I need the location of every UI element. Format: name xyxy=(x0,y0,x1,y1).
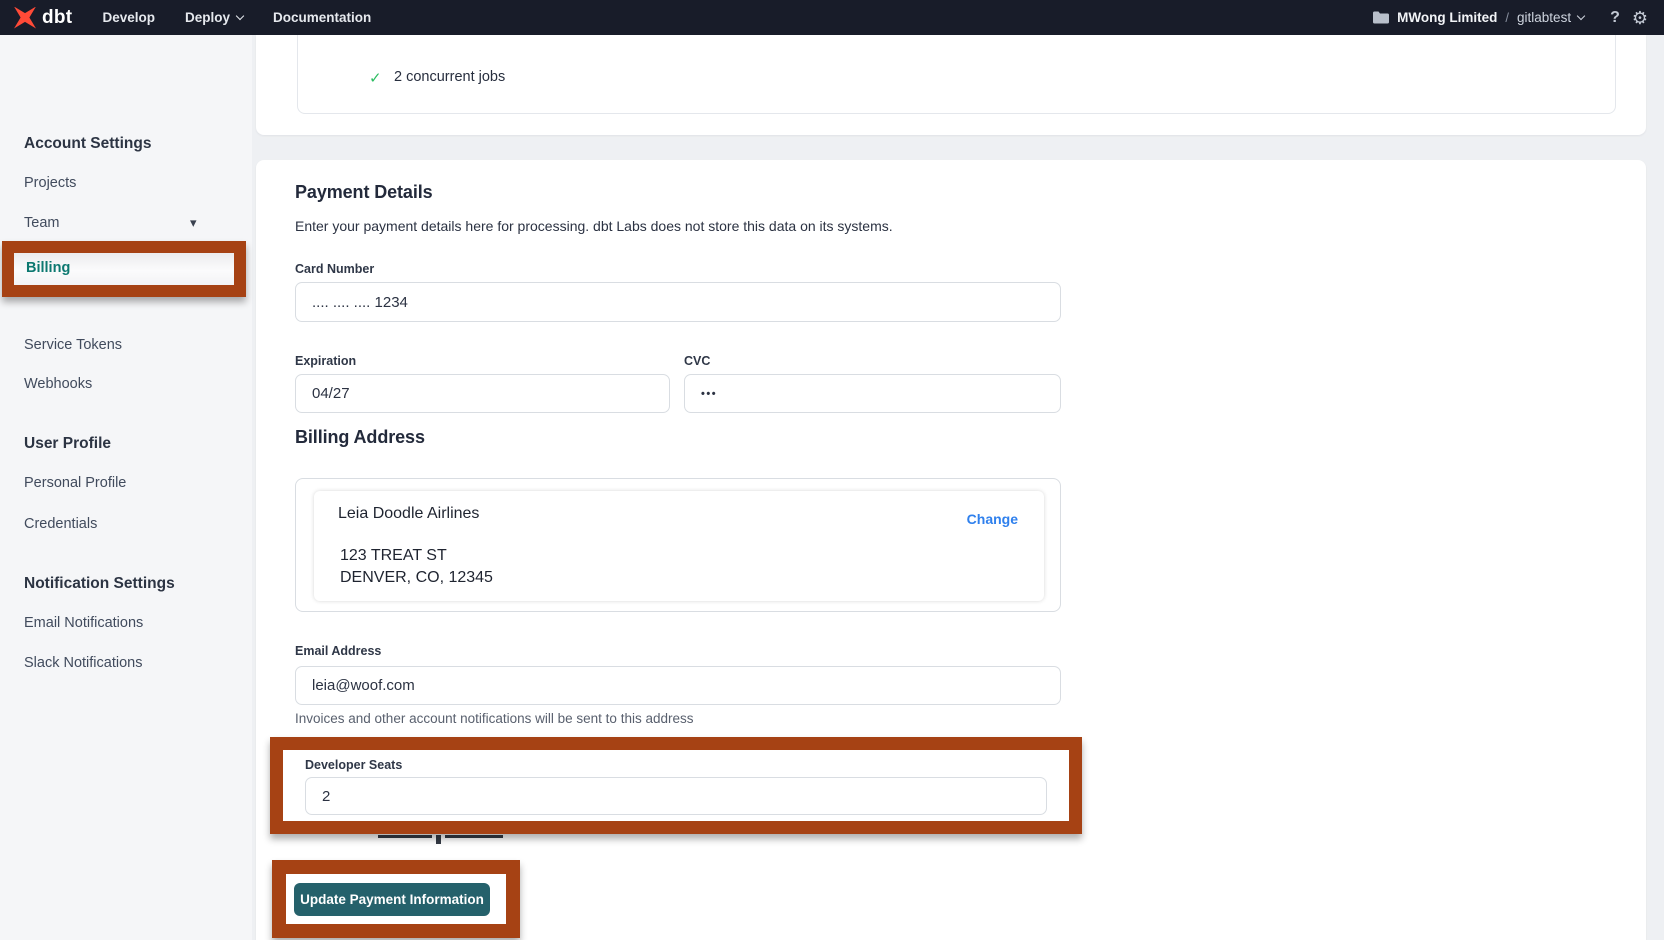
chevron-down-icon xyxy=(236,12,244,20)
dbt-logo[interactable]: dbt xyxy=(14,7,72,29)
dbt-logo-icon xyxy=(14,7,36,29)
sidebar-item-projects[interactable]: Projects xyxy=(24,175,76,191)
billing-address-city-line: DENVER, CO, 12345 xyxy=(340,569,493,587)
obscured-text-fragment xyxy=(378,835,432,838)
payment-details-title: Payment Details xyxy=(295,182,433,203)
account-switcher[interactable]: MWong Limited / gitlabtest xyxy=(1373,10,1584,25)
check-icon: ✓ xyxy=(369,69,382,87)
project-name: gitlabtest xyxy=(1517,10,1584,25)
cvc-label: CVC xyxy=(684,354,710,368)
dbt-logo-text: dbt xyxy=(42,7,72,29)
change-address-link[interactable]: Change xyxy=(967,511,1018,527)
sidebar-heading-account-settings: Account Settings xyxy=(24,135,151,153)
sidebar-heading-notification-settings: Notification Settings xyxy=(24,575,175,593)
email-address-input[interactable] xyxy=(295,666,1061,705)
project-name-label: gitlabtest xyxy=(1517,10,1571,25)
billing-address-box: Leia Doodle Airlines Change 123 TREAT ST… xyxy=(295,478,1061,612)
developer-seats-label: Developer Seats xyxy=(305,758,402,772)
top-navbar: dbt Develop Deploy Documentation MWong L… xyxy=(0,0,1664,35)
expiration-input[interactable] xyxy=(295,374,670,413)
annotation-box-developer-seats: Developer Seats xyxy=(270,737,1082,834)
billing-address-street: 123 TREAT ST xyxy=(340,547,447,565)
nav-item-deploy[interactable]: Deploy xyxy=(185,10,243,25)
nav-item-develop[interactable]: Develop xyxy=(102,10,155,25)
cvc-input[interactable] xyxy=(684,374,1061,413)
card-number-input[interactable] xyxy=(295,282,1061,322)
billing-address-company: Leia Doodle Airlines xyxy=(338,505,479,523)
chevron-down-icon xyxy=(1577,12,1585,20)
plan-feature-text: 2 concurrent jobs xyxy=(394,69,505,85)
card-number-label: Card Number xyxy=(295,262,374,276)
billing-address-title: Billing Address xyxy=(295,427,425,448)
payment-details-description: Enter your payment details here for proc… xyxy=(295,218,893,234)
caret-down-icon[interactable]: ▾ xyxy=(190,215,197,231)
sidebar-heading-user-profile: User Profile xyxy=(24,435,111,453)
sidebar-item-personal-profile[interactable]: Personal Profile xyxy=(24,475,126,491)
email-helper-text: Invoices and other account notifications… xyxy=(295,711,693,726)
sidebar-item-slack-notifications[interactable]: Slack Notifications xyxy=(24,655,142,671)
developer-seats-input[interactable] xyxy=(305,777,1047,815)
update-payment-button[interactable]: Update Payment Information xyxy=(294,883,490,916)
email-address-label: Email Address xyxy=(295,644,381,658)
plan-usage-card: You are currently using 1 seat ✓ 2 concu… xyxy=(256,35,1646,135)
nav-item-deploy-label: Deploy xyxy=(185,10,230,25)
obscured-text-fragment xyxy=(436,835,441,844)
folder-icon xyxy=(1373,11,1389,24)
plan-features-box: You are currently using 1 seat ✓ 2 concu… xyxy=(297,35,1616,114)
obscured-text-fragment xyxy=(445,835,503,838)
sidebar-item-service-tokens[interactable]: Service Tokens xyxy=(24,337,122,353)
help-icon[interactable]: ? xyxy=(1610,9,1620,27)
gear-icon[interactable]: ⚙ xyxy=(1632,9,1648,27)
breadcrumb-separator: / xyxy=(1505,10,1509,25)
sidebar-item-team[interactable]: Team xyxy=(24,215,59,231)
nav-item-documentation[interactable]: Documentation xyxy=(273,10,371,25)
settings-sidebar: Account Settings Projects Team ▾ Users S… xyxy=(0,35,252,940)
sidebar-item-webhooks[interactable]: Webhooks xyxy=(24,376,92,392)
annotation-box-billing: Billing xyxy=(2,241,246,297)
sidebar-item-credentials[interactable]: Credentials xyxy=(24,516,97,532)
sidebar-item-email-notifications[interactable]: Email Notifications xyxy=(24,615,143,631)
account-name: MWong Limited xyxy=(1397,10,1497,25)
billing-address-card: Leia Doodle Airlines Change 123 TREAT ST… xyxy=(314,491,1044,601)
annotation-box-update-button: Update Payment Information xyxy=(272,860,520,938)
expiration-label: Expiration xyxy=(295,354,356,368)
sidebar-item-billing[interactable]: Billing xyxy=(26,260,70,276)
